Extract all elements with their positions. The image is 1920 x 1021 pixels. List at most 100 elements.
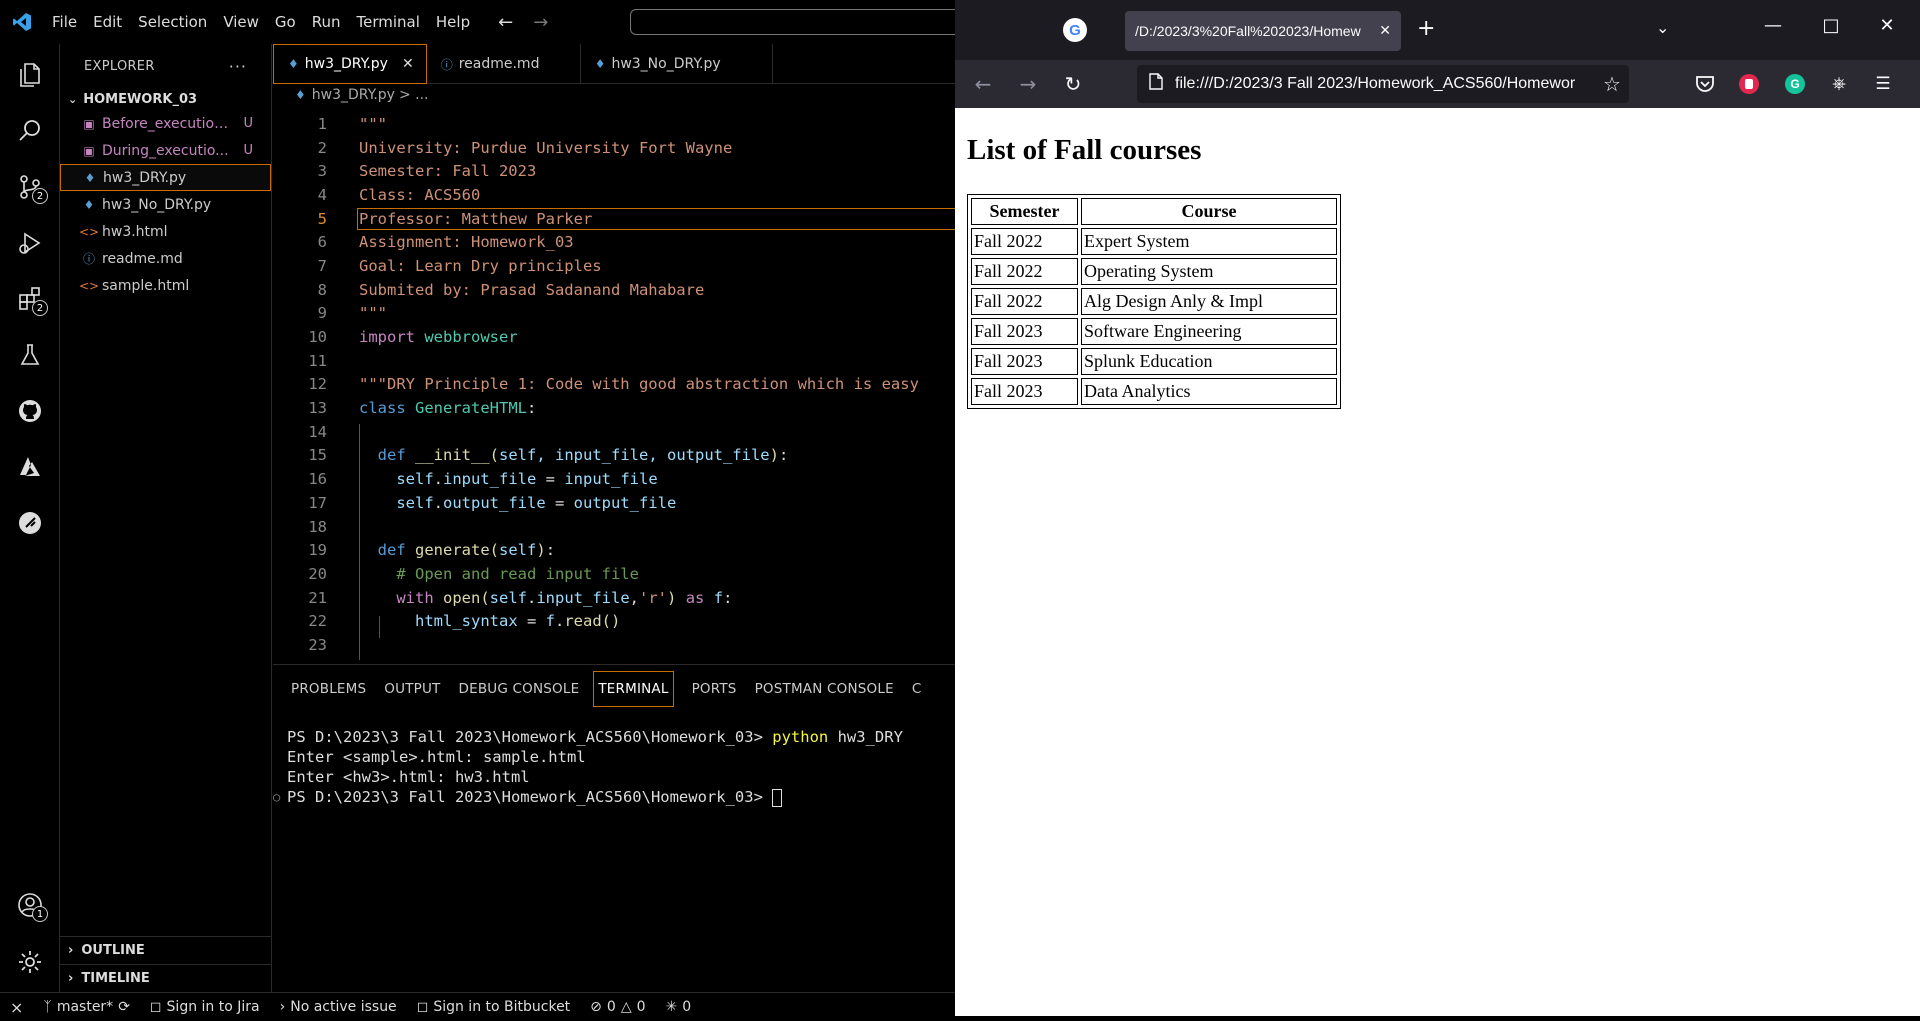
window-close-icon[interactable]: ✕ <box>1867 15 1907 36</box>
accounts-icon[interactable]: 1 <box>0 880 60 930</box>
extensions-icon[interactable]: 2 <box>0 274 60 324</box>
tab-readme[interactable]: ⓘ readme.md <box>427 44 581 84</box>
menu-run[interactable]: Run <box>304 13 349 31</box>
active-issue[interactable]: › No active issue <box>270 999 407 1015</box>
accounts-badge: 1 <box>32 906 48 922</box>
terminal-prompt: PS D:\2023\3 Fall 2023\Homework_ACS560\H… <box>287 788 773 806</box>
explorer-title: EXPLORER <box>84 58 155 74</box>
tab-postman-console[interactable]: POSTMAN CONSOLE <box>751 671 908 707</box>
menu-go[interactable]: Go <box>267 13 304 31</box>
search-icon[interactable] <box>0 106 60 156</box>
gear-icon[interactable] <box>0 937 60 987</box>
remote-icon[interactable]: ⨯ <box>0 998 33 1017</box>
new-tab-plus-icon[interactable]: + <box>1417 16 1435 41</box>
command-center-search[interactable] <box>630 9 970 35</box>
close-tab-icon[interactable]: ✕ <box>1379 23 1391 39</box>
explorer-header: EXPLORER ··· <box>60 44 271 88</box>
breadcrumb: ♦ hw3_DRY.py > ... <box>273 84 955 106</box>
run-debug-icon[interactable] <box>0 218 60 268</box>
code-args: self <box>499 541 537 560</box>
git-status: U <box>243 143 253 158</box>
menu-edit[interactable]: Edit <box>85 13 130 31</box>
jira-signin[interactable]: ◻ Sign in to Jira <box>140 999 270 1015</box>
bitbucket-signin[interactable]: ◻ Sign in to Bitbucket <box>407 999 580 1015</box>
chevron-right-icon: › <box>68 971 74 986</box>
testing-flask-icon[interactable] <box>0 330 60 380</box>
github-icon[interactable] <box>0 386 60 436</box>
vscode-logo-icon <box>0 0 44 44</box>
outline-section[interactable]: › OUTLINE <box>60 936 272 964</box>
menu-file[interactable]: File <box>44 13 85 31</box>
code-keyword: class <box>359 399 406 418</box>
file-item[interactable]: ♦ hw3_No_DRY.py <box>60 191 271 218</box>
maximize-icon[interactable]: □ <box>1811 15 1851 36</box>
terminal-output[interactable]: PS D:\2023\3 Fall 2023\Homework_ACS560\H… <box>273 727 903 807</box>
timeline-section[interactable]: › TIMELINE <box>60 964 272 992</box>
file-name: Before_execution... <box>102 115 232 132</box>
ports-indicator[interactable]: ✳ 0 <box>656 999 702 1015</box>
back-arrow-icon[interactable]: ← <box>498 12 513 33</box>
code-line: 1 """ <box>273 112 955 136</box>
menu-terminal[interactable]: Terminal <box>349 13 428 31</box>
tab-overflow[interactable]: C <box>908 671 936 707</box>
table-row: Fall 2023 Splunk Education <box>971 348 1337 375</box>
source-control-icon[interactable]: 2 <box>0 162 60 212</box>
extensions-puzzle-icon[interactable]: ⎈ <box>1827 72 1851 96</box>
file-item[interactable]: <> sample.html <box>60 272 271 299</box>
back-arrow-icon[interactable]: ← <box>971 72 995 96</box>
google-pinned-tab-icon[interactable]: G <box>1063 18 1087 42</box>
bookmark-star-icon[interactable]: ☆ <box>1595 72 1629 97</box>
svg-text:G: G <box>1790 77 1799 91</box>
file-item[interactable]: ▣ Before_execution... U <box>60 110 271 137</box>
timeline-label: TIMELINE <box>81 971 150 986</box>
workspace-folder[interactable]: ⌄ HOMEWORK_03 <box>60 88 271 110</box>
code-var: self <box>396 470 434 489</box>
tab-hw3-dry[interactable]: ♦ hw3_DRY.py ✕ <box>273 44 427 84</box>
code-editor[interactable]: 1 """ 2 University: Purdue University Fort… <box>273 112 955 664</box>
file-item[interactable]: <> hw3.html <box>60 218 271 245</box>
azure-icon[interactable] <box>0 442 60 492</box>
file-item-selected[interactable]: ♦ hw3_DRY.py <box>60 164 271 191</box>
code-var: html_syntax <box>415 612 518 631</box>
branch-indicator[interactable]: ᛉ master* ⟳ <box>33 999 140 1015</box>
breadcrumb-rest[interactable]: > ... <box>399 87 429 103</box>
grammarly-icon[interactable]: G <box>1783 72 1807 96</box>
terminal-line: ○ PS D:\2023\3 Fall 2023\Homework_ACS560\… <box>273 788 783 807</box>
menu-selection[interactable]: Selection <box>130 13 215 31</box>
tab-ports[interactable]: PORTS <box>688 671 751 707</box>
code-line: 7 Goal: Learn Dry principles <box>273 254 955 278</box>
forward-arrow-icon[interactable]: → <box>533 12 548 33</box>
minimize-icon[interactable]: — <box>1753 15 1793 36</box>
hamburger-menu-icon[interactable]: ☰ <box>1871 72 1895 96</box>
stop-hand-extension-icon[interactable] <box>1737 72 1761 96</box>
info-file-icon: ⓘ <box>82 252 95 266</box>
tab-hw3-no-dry[interactable]: ♦ hw3_No_DRY.py <box>581 44 773 84</box>
tab-terminal[interactable]: TERMINAL <box>593 671 674 707</box>
code-text: Assignment: Homework_03 <box>359 233 574 252</box>
reload-icon[interactable]: ↻ <box>1061 72 1085 96</box>
image-file-icon: ▣ <box>83 116 95 131</box>
breadcrumb-file[interactable]: hw3_DRY.py <box>312 87 395 103</box>
list-all-tabs-chevron-icon[interactable]: ⌄ <box>1656 18 1669 37</box>
tab-output[interactable]: OUTPUT <box>380 671 454 707</box>
menu-help[interactable]: Help <box>428 13 478 31</box>
forward-arrow-icon[interactable]: → <box>1016 72 1040 96</box>
active-browser-tab[interactable]: /D:/2023/3%20Fall%202023/Homew ✕ <box>1125 11 1401 51</box>
code-text: """ <box>359 114 387 133</box>
explorer-files-icon[interactable] <box>0 50 60 100</box>
line-number: 13 <box>308 399 327 418</box>
file-item[interactable]: ⓘ readme.md <box>60 245 271 272</box>
more-actions-icon[interactable]: ··· <box>229 57 247 76</box>
menu-view[interactable]: View <box>215 13 267 31</box>
table-header-row: Semester Course <box>971 198 1337 225</box>
line-number: 2 <box>317 138 327 157</box>
file-item[interactable]: ▣ During_executio... U <box>60 137 271 164</box>
pocket-icon[interactable] <box>1693 72 1717 96</box>
problems-indicator[interactable]: ⊘ 0 △ 0 <box>580 999 655 1015</box>
tab-problems[interactable]: PROBLEMS <box>287 671 380 707</box>
url-bar[interactable]: file:///D:/2023/3 Fall 2023/Homework_ACS… <box>1137 65 1629 103</box>
tab-debug-console[interactable]: DEBUG CONSOLE <box>455 671 594 707</box>
info-file-icon: ⓘ <box>440 57 453 72</box>
postman-icon[interactable] <box>0 498 60 548</box>
close-icon[interactable]: ✕ <box>402 56 414 72</box>
